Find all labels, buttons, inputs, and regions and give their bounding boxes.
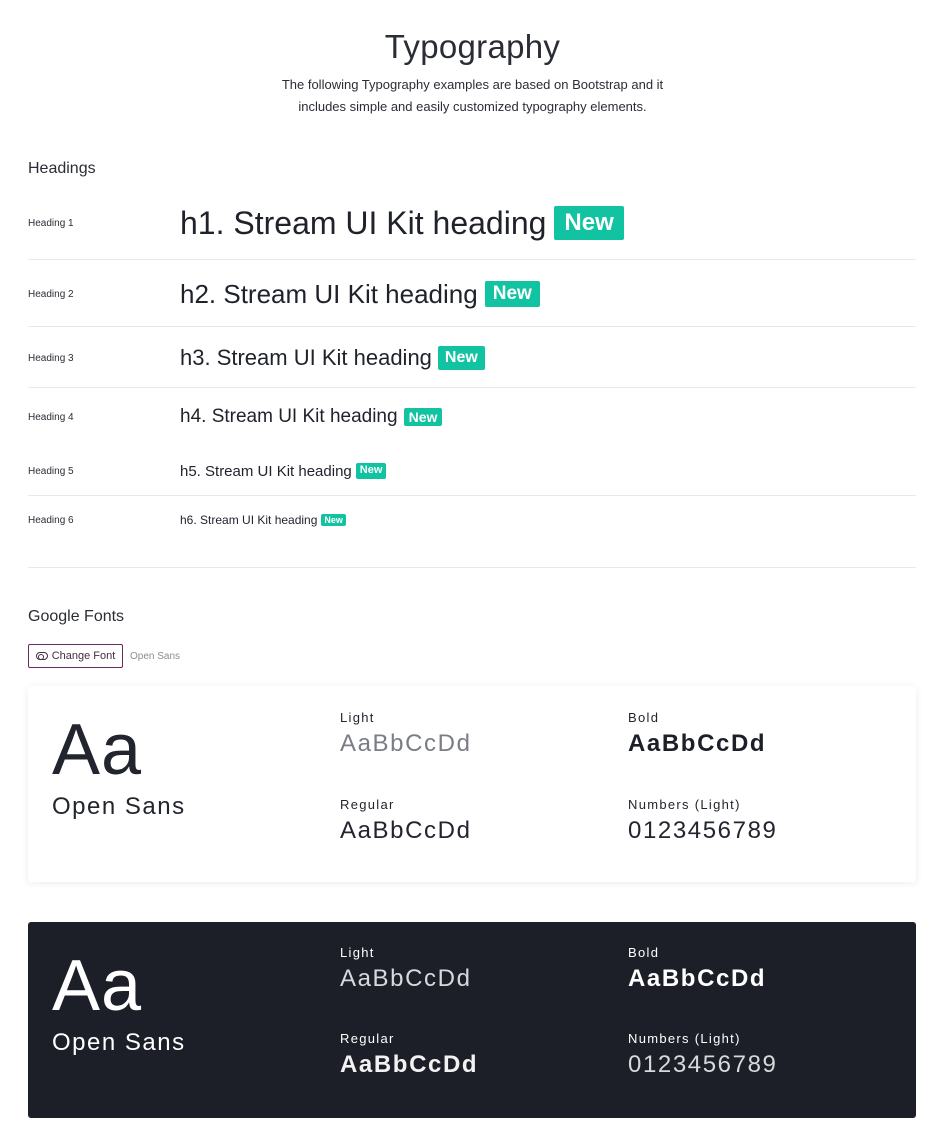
weight-label: Regular (340, 1031, 395, 1046)
page-description: The following Typography examples are ba… (281, 77, 664, 114)
current-font-name: Open Sans (130, 650, 181, 662)
weight-sample: AaBbCcDd (340, 1051, 479, 1078)
weight-sample: AaBbCcDd (628, 965, 767, 992)
heading-row-5: Heading 5 h5. Stream UI Kit heading New (28, 460, 916, 482)
weight-numbers: Numbers (Light) 0123456789 (628, 797, 777, 845)
heading-row-6: Heading 6 h6. Stream UI Kit heading New (28, 510, 916, 530)
heading-row-label: Heading 4 (28, 411, 74, 423)
weight-label: Bold (628, 945, 660, 960)
new-badge: New (484, 280, 540, 308)
headings-section-title: Headings (28, 160, 96, 177)
font-controls: Change Font Open Sans (28, 644, 180, 668)
page-header: Typography The following Typography exam… (0, 0, 945, 118)
weight-regular: Regular AaBbCcDd (340, 1031, 478, 1079)
heading-sample-text: h5. Stream UI Kit heading (180, 462, 352, 480)
divider (28, 387, 916, 388)
weight-light: Light AaBbCcDd (340, 710, 472, 758)
divider (28, 495, 916, 496)
divider (28, 326, 916, 327)
google-fonts-section-title: Google Fonts (28, 608, 125, 625)
weight-label: Bold (628, 710, 660, 725)
heading-sample-text: h3. Stream UI Kit heading (180, 345, 432, 370)
weight-label: Light (340, 945, 375, 960)
font-preview-aa: Aa (52, 946, 143, 1026)
heading-row-label: Heading 1 (28, 217, 74, 229)
weight-regular: Regular AaBbCcDd (340, 797, 472, 845)
new-badge: New (437, 346, 485, 370)
heading-row-2: Heading 2 h2. Stream UI Kit heading New (28, 277, 916, 311)
font-card-dark: Aa Open Sans Light AaBbCcDd Bold AaBbCcD… (28, 922, 916, 1118)
heading-row-3: Heading 3 h3. Stream UI Kit heading New (28, 343, 916, 373)
weight-sample: AaBbCcDd (628, 730, 767, 757)
weight-label: Numbers (Light) (628, 1031, 741, 1046)
heading-sample-h6: h6. Stream UI Kit heading New (180, 513, 346, 527)
weight-sample: 0123456789 (628, 1051, 778, 1078)
heading-row-label: Heading 5 (28, 465, 74, 477)
section-divider (28, 567, 916, 568)
weight-sample: AaBbCcDd (340, 730, 472, 757)
new-badge: New (355, 463, 387, 479)
weight-sample: AaBbCcDd (340, 817, 472, 844)
heading-sample-text: h4. Stream UI Kit heading (180, 406, 398, 427)
divider (28, 259, 916, 260)
page-title: Typography (384, 28, 561, 65)
change-font-label: Change Font (51, 650, 116, 662)
font-card-light: Aa Open Sans Light AaBbCcDd Bold AaBbCcD… (28, 686, 916, 882)
heading-sample-h3: h3. Stream UI Kit heading New (180, 345, 485, 371)
heading-sample-text: h2. Stream UI Kit heading (180, 278, 478, 309)
heading-row-1: Heading 1 h1. Stream UI Kit heading New (28, 203, 916, 243)
font-preview-aa: Aa (52, 710, 143, 790)
heading-row-label: Heading 2 (28, 288, 74, 300)
heading-sample-h1: h1. Stream UI Kit heading New (180, 205, 624, 242)
weight-bold: Bold AaBbCcDd (628, 710, 766, 758)
weight-label: Numbers (Light) (628, 797, 741, 812)
weight-sample: AaBbCcDd (340, 965, 472, 992)
toggle-icon (35, 652, 48, 660)
heading-sample-h5: h5. Stream UI Kit heading New (180, 462, 387, 480)
heading-row-4: Heading 4 h4. Stream UI Kit heading New (28, 404, 916, 430)
weight-bold: Bold AaBbCcDd (628, 945, 766, 993)
change-font-button[interactable]: Change Font (28, 644, 123, 668)
heading-sample-text: h1. Stream UI Kit heading (180, 204, 547, 241)
weight-label: Regular (340, 797, 395, 812)
weight-light: Light AaBbCcDd (340, 945, 472, 993)
weight-label: Light (340, 710, 375, 725)
font-family-name: Open Sans (52, 793, 186, 820)
new-badge: New (554, 205, 624, 241)
heading-sample-h4: h4. Stream UI Kit heading New (180, 406, 443, 428)
weight-numbers: Numbers (Light) 0123456789 (628, 1031, 777, 1079)
heading-row-label: Heading 6 (28, 514, 74, 526)
heading-row-label: Heading 3 (28, 352, 74, 364)
new-badge: New (403, 407, 443, 427)
new-badge: New (321, 513, 346, 527)
font-family-name: Open Sans (52, 1029, 186, 1056)
heading-sample-text: h6. Stream UI Kit heading (180, 513, 318, 527)
weight-sample: 0123456789 (628, 817, 778, 844)
heading-sample-h2: h2. Stream UI Kit heading New (180, 279, 540, 310)
